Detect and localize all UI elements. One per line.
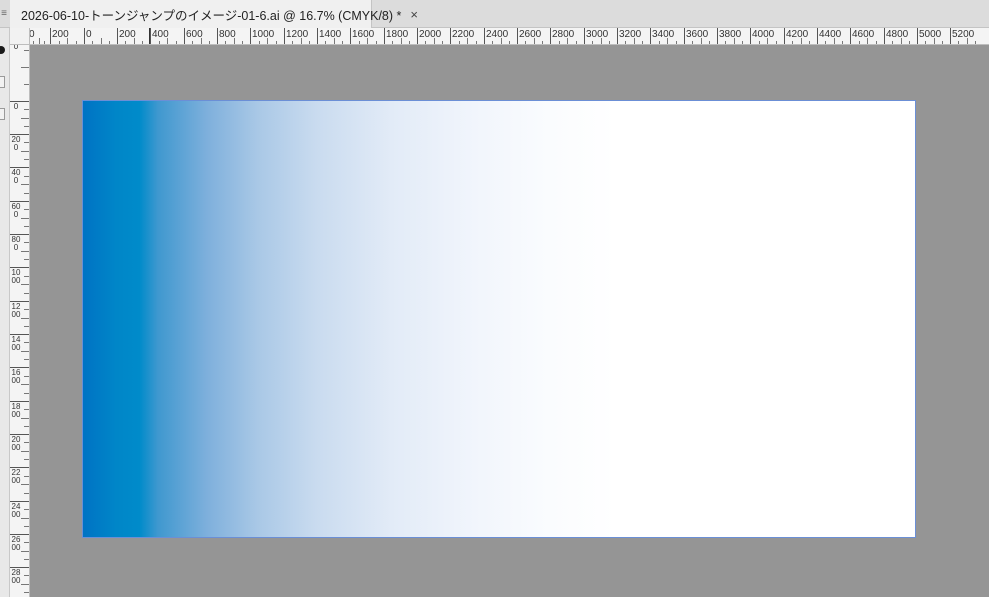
ruler-label: 0 [13,102,19,111]
artboard-gradient-rectangle[interactable] [82,100,916,538]
ruler-label: 1600 [11,368,21,385]
document-tab[interactable]: 2026-06-10-トーンジャンプのイメージ-01-6.ai @ 16.7% … [10,0,418,28]
horizontal-ruler-ticks [33,28,976,44]
ruler-label: 2400 [11,502,21,519]
ruler-label: 4400 [819,29,842,40]
ruler-label: 1600 [352,29,375,40]
ruler-label: 0 [86,29,92,40]
ruler-label: 2200 [11,468,21,485]
ruler-label: 4200 [786,29,809,40]
ruler-label: 2800 [552,29,575,40]
ruler-label: 400 [152,29,169,40]
ruler-label: 5200 [952,29,975,40]
stroke-color-icon[interactable] [0,76,5,88]
vertical-ruler[interactable]: 2000200400600800100012001400160018002000… [10,45,30,597]
ruler-label: 4600 [852,29,875,40]
ruler-label: 1200 [286,29,309,40]
ruler-label: 1000 [11,268,21,285]
ruler-label: 800 [11,235,21,252]
ruler-label: 2400 [486,29,509,40]
ruler-label: 200 [11,135,21,152]
screen-mode-icon[interactable] [0,108,5,120]
ruler-label: 4000 [752,29,775,40]
ruler-cursor-marker [149,28,150,44]
ruler-label: 5000 [919,29,942,40]
ruler-label: 2600 [11,535,21,552]
document-tab-title: 2026-06-10-トーンジャンプのイメージ-01-6.ai @ 16.7% … [21,8,402,23]
grip-icon[interactable]: ≡ [0,6,8,22]
ruler-label: 600 [11,202,21,219]
ruler-label: 4800 [886,29,909,40]
horizontal-ruler[interactable]: 0200020040060080010001200140016001800200… [30,28,989,45]
ruler-label: 2000 [11,435,21,452]
ruler-label: 200 [52,29,69,40]
ruler-label: 0 [30,29,35,41]
pasteboard[interactable] [30,45,989,597]
ruler-label: 1200 [11,302,21,319]
ruler-label: 3600 [686,29,709,40]
ruler-label: 200 [13,45,19,51]
ruler-label: 1800 [386,29,409,40]
ruler-label: 1000 [252,29,275,40]
ruler-label: 2600 [519,29,542,40]
ruler-label: 1400 [11,335,21,352]
ruler-label: 2000 [419,29,442,40]
ruler-label: 1800 [11,402,21,419]
ruler-label: 1400 [319,29,342,40]
ruler-label: 3400 [652,29,675,40]
ruler-label: 400 [11,168,21,185]
document-tab-bar: ≡ 2026-06-10-トーンジャンプのイメージ-01-6.ai @ 16.7… [0,0,989,28]
ruler-label: 3200 [619,29,642,40]
close-icon[interactable]: × [410,8,418,21]
ruler-label: 2200 [452,29,475,40]
ruler-label: 3000 [586,29,609,40]
ruler-label: 3800 [719,29,742,40]
ruler-label: 2800 [11,568,21,585]
ruler-label: 200 [119,29,136,40]
ruler-label: 600 [186,29,203,40]
ruler-origin[interactable] [10,28,30,45]
fill-color-icon[interactable] [0,46,5,54]
tools-panel [0,28,10,597]
ruler-label: 800 [219,29,236,40]
